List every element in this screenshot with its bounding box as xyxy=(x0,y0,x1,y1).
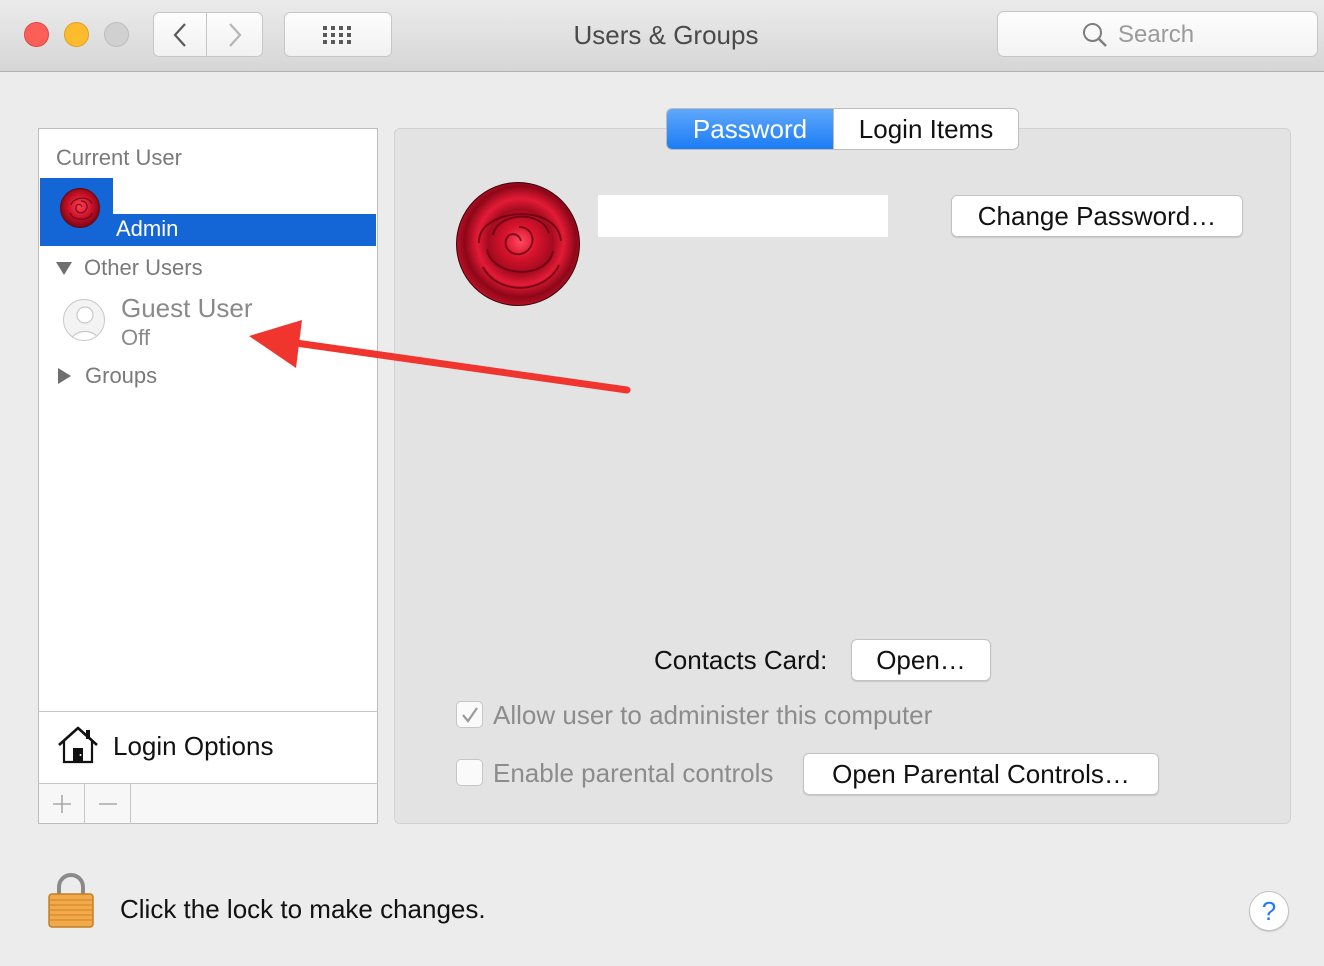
groups-label: Groups xyxy=(85,363,158,388)
chevron-left-icon xyxy=(173,22,186,47)
person-silhouette-icon xyxy=(70,306,100,340)
remove-user-button[interactable] xyxy=(85,784,131,824)
disclosure-triangle-icon[interactable] xyxy=(56,261,72,275)
user-full-name-field[interactable] xyxy=(598,195,888,237)
guest-user-status: Off xyxy=(121,325,150,350)
help-button[interactable]: ? xyxy=(1249,891,1289,931)
forward-button[interactable] xyxy=(207,12,263,57)
user-avatar xyxy=(60,188,100,228)
contacts-card-label: Contacts Card: xyxy=(654,645,828,675)
users-sidebar: Current User Admin Other Users Guest Use… xyxy=(38,128,378,824)
current-user-header: Current User xyxy=(56,145,182,170)
sidebar-footer xyxy=(39,783,377,824)
zoom-window-button[interactable] xyxy=(104,22,129,47)
groups-group[interactable]: Groups xyxy=(58,363,157,389)
user-picture[interactable] xyxy=(456,182,580,306)
other-users-header: Other Users xyxy=(84,255,203,280)
back-button[interactable] xyxy=(153,12,207,57)
show-all-button[interactable] xyxy=(284,12,392,57)
house-icon xyxy=(58,726,98,764)
minus-icon xyxy=(98,803,117,805)
guest-avatar xyxy=(63,299,105,341)
change-password-button[interactable]: Change Password… xyxy=(951,195,1243,237)
checkmark-icon xyxy=(461,706,478,723)
tab-bar: Password Login Items xyxy=(666,108,1019,150)
search-placeholder: Search xyxy=(1118,21,1195,48)
lock-status-text: Click the lock to make changes. xyxy=(120,894,486,924)
disclosure-triangle-icon[interactable] xyxy=(58,368,71,384)
tab-login-items[interactable]: Login Items xyxy=(833,109,1018,149)
login-options-item[interactable]: Login Options xyxy=(39,711,377,783)
open-parental-controls-button[interactable]: Open Parental Controls… xyxy=(803,753,1159,795)
window-toolbar: Users & Groups Search xyxy=(0,0,1324,72)
search-icon xyxy=(1083,23,1107,47)
tab-password[interactable]: Password xyxy=(667,109,833,149)
parental-controls-checkbox[interactable] xyxy=(456,759,483,786)
rose-icon xyxy=(69,197,93,220)
chevron-right-icon xyxy=(228,22,241,47)
guest-user-row[interactable]: Guest User Off xyxy=(63,291,363,351)
window-title: Users & Groups xyxy=(573,20,759,50)
search-input[interactable]: Search xyxy=(997,11,1318,57)
lock-icon[interactable] xyxy=(46,872,96,930)
allow-admin-label: Allow user to administer this computer xyxy=(493,700,933,730)
login-options-label: Login Options xyxy=(113,731,274,761)
open-contacts-card-button[interactable]: Open… xyxy=(851,639,991,681)
minimize-window-button[interactable] xyxy=(64,22,89,47)
plus-icon xyxy=(52,795,71,813)
current-user-row[interactable]: Admin xyxy=(40,178,376,246)
grid-icon xyxy=(323,25,351,44)
close-window-button[interactable] xyxy=(24,22,49,47)
guest-user-name: Guest User xyxy=(121,293,253,323)
add-user-button[interactable] xyxy=(39,784,85,824)
other-users-group[interactable]: Other Users xyxy=(56,255,203,281)
allow-admin-checkbox[interactable] xyxy=(456,701,483,728)
rose-icon xyxy=(477,213,562,289)
user-role-label: Admin xyxy=(116,216,179,241)
parental-controls-label: Enable parental controls xyxy=(493,758,774,788)
